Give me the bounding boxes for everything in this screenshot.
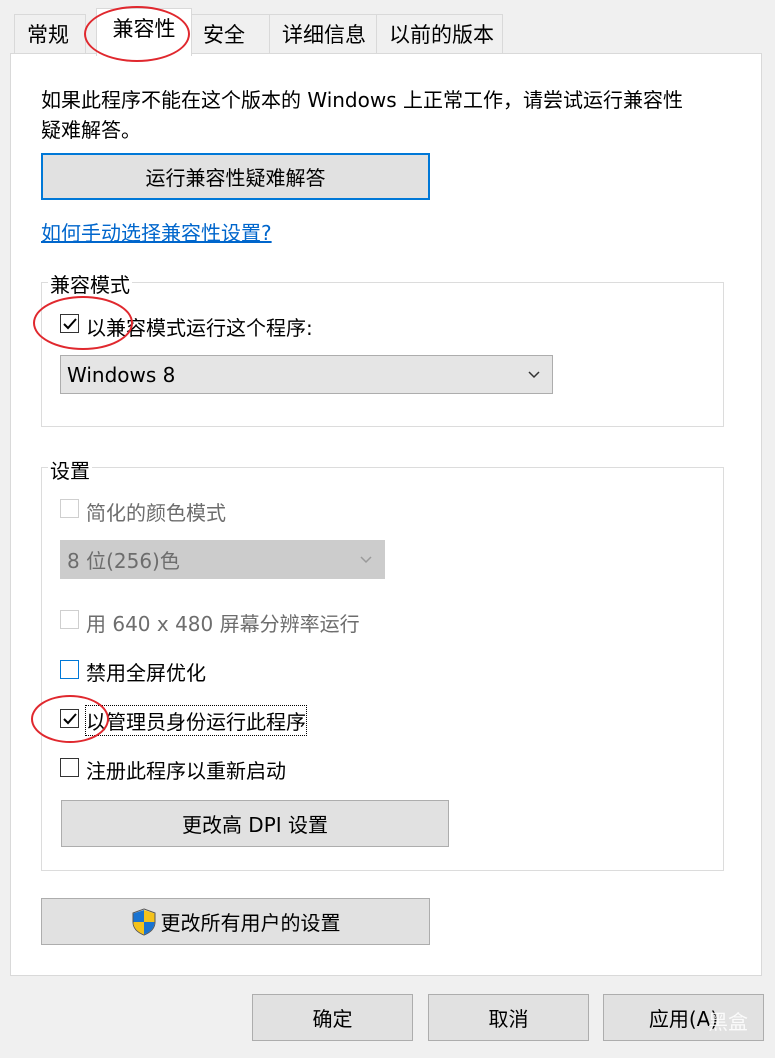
cancel-button[interactable]: 取消 <box>428 994 589 1041</box>
color-mode-value: 8 位(256)色 <box>67 549 180 573</box>
chevron-down-icon <box>528 370 540 378</box>
tab-general[interactable]: 常规 <box>14 14 86 54</box>
cancel-label: 取消 <box>488 1007 529 1031</box>
tab-general-label: 常规 <box>27 23 69 47</box>
tab-previous-versions-label: 以前的版本 <box>389 23 494 47</box>
uac-shield-icon <box>132 907 155 936</box>
resolution-label: 用 640 x 480 屏幕分辨率运行 <box>86 612 360 636</box>
run-troubleshooter-button[interactable]: 运行兼容性疑难解答 <box>41 153 430 200</box>
run-troubleshooter-label: 运行兼容性疑难解答 <box>145 166 326 190</box>
check-icon <box>63 318 77 330</box>
ok-label: 确定 <box>312 1007 353 1031</box>
run-as-admin-checkbox[interactable] <box>60 709 79 728</box>
change-dpi-label: 更改高 DPI 设置 <box>181 813 329 837</box>
color-mode-select[interactable]: 8 位(256)色 <box>60 540 385 579</box>
register-restart-checkbox[interactable] <box>60 758 79 777</box>
register-restart-label: 注册此程序以重新启动 <box>86 759 286 783</box>
change-all-users-button[interactable]: 更改所有用户的设置 <box>41 898 430 945</box>
ok-button[interactable]: 确定 <box>252 994 413 1041</box>
os-version-value: Windows 8 <box>67 362 176 387</box>
reduced-color-checkbox[interactable] <box>60 499 79 518</box>
chevron-down-icon <box>360 555 372 563</box>
change-all-users-label: 更改所有用户的设置 <box>160 911 341 935</box>
tab-details-label: 详细信息 <box>282 23 366 47</box>
compat-mode-legend: 兼容模式 <box>48 269 132 298</box>
tab-compatibility-label: 兼容性 <box>112 17 176 41</box>
intro-text-line2: 疑难解答。 <box>41 118 141 142</box>
check-icon <box>63 713 77 725</box>
tab-compatibility[interactable]: 兼容性 <box>96 8 192 56</box>
settings-legend: 设置 <box>48 455 92 484</box>
tab-previous-versions[interactable]: 以前的版本 <box>376 14 503 54</box>
compat-mode-checkbox[interactable] <box>60 314 79 333</box>
disable-fullscreen-label: 禁用全屏优化 <box>86 661 206 685</box>
watermark-text: 黑盒 <box>708 1010 748 1034</box>
intro-text-line1: 如果此程序不能在这个版本的 Windows 上正常工作，请尝试运行兼容性 <box>41 88 683 112</box>
tab-security[interactable]: 安全 <box>190 14 270 54</box>
manual-settings-link[interactable]: 如何手动选择兼容性设置? <box>41 217 272 246</box>
change-dpi-button[interactable]: 更改高 DPI 设置 <box>61 800 449 847</box>
disable-fullscreen-checkbox[interactable] <box>60 660 79 679</box>
run-as-admin-label: 以管理员身份运行此程序 <box>85 705 307 736</box>
compat-mode-label: 以兼容模式运行这个程序: <box>86 316 313 340</box>
tab-details[interactable]: 详细信息 <box>269 14 377 54</box>
os-version-select[interactable]: Windows 8 <box>60 355 553 394</box>
tab-security-label: 安全 <box>203 23 245 47</box>
reduced-color-label: 简化的颜色模式 <box>86 501 226 525</box>
resolution-checkbox[interactable] <box>60 610 79 629</box>
